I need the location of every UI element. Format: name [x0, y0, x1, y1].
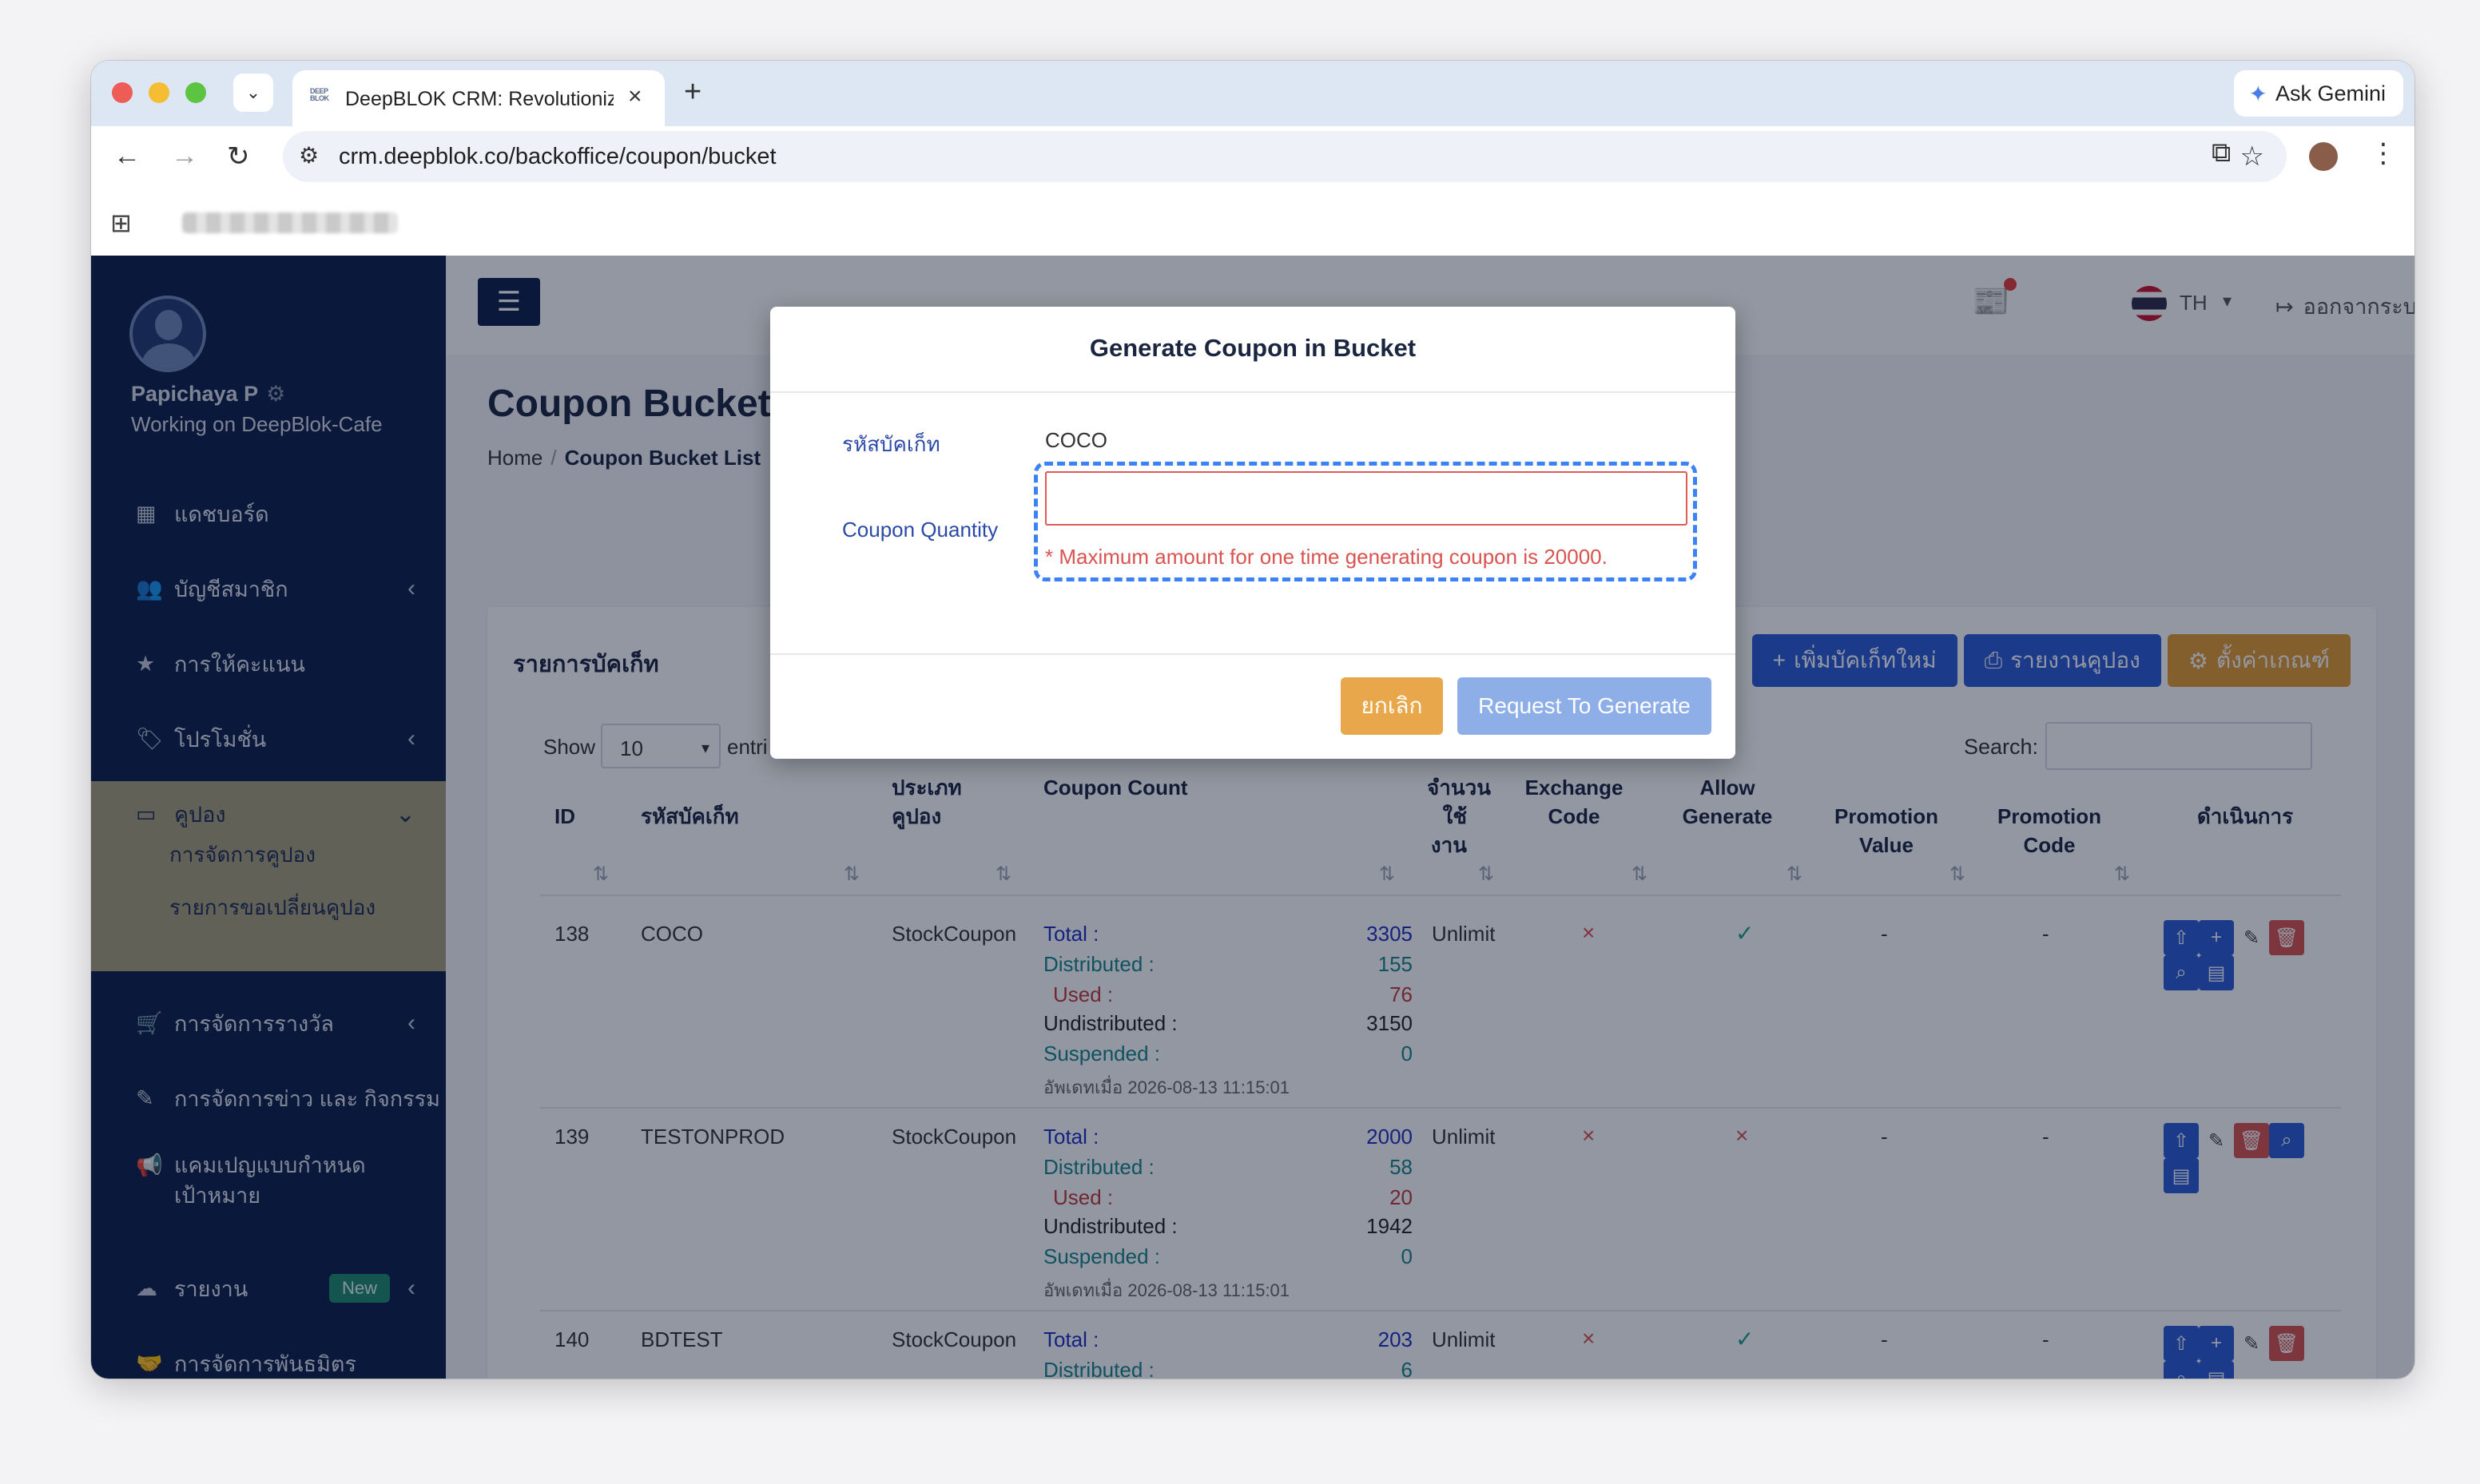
tab-title: DeepBLOK CRM: Revolutioniz: [345, 88, 614, 110]
modal-title: Generate Coupon in Bucket: [1089, 334, 1417, 362]
bucket-code-label: รหัสบัคเก็ท: [842, 432, 940, 456]
tab-list-icon[interactable]: ⌄: [233, 73, 273, 112]
generate-coupon-modal: Generate Coupon in Bucket รหัสบัคเก็ท CO…: [770, 307, 1735, 759]
web-page: Papichaya P ⚙ Working on DeepBlok-Cafe กา…: [91, 256, 2414, 1379]
coupon-quantity-label: Coupon Quantity: [842, 518, 999, 542]
back-icon[interactable]: ←: [113, 141, 141, 172]
url-text[interactable]: crm.deepblok.co/backoffice/coupon/bucket: [339, 144, 777, 170]
coupon-quantity-input[interactable]: [1045, 471, 1687, 526]
close-icon[interactable]: ×: [628, 83, 642, 110]
close-window-button[interactable]: [112, 82, 133, 103]
quantity-error-message: * Maximum amount for one time generating…: [1045, 545, 1608, 569]
browser-toolbar: ← → ↻ ⚙ crm.deepblok.co/backoffice/coupo…: [91, 126, 2414, 188]
site-settings-icon[interactable]: ⚙: [299, 142, 319, 169]
modal-header-divider: [770, 391, 1735, 393]
cancel-button[interactable]: ยกเลิก: [1341, 677, 1443, 735]
browser-tab[interactable]: DEEP BLOK DeepBLOK CRM: Revolutioniz ×: [292, 70, 665, 126]
reload-icon[interactable]: ↻: [227, 141, 250, 173]
bookmark-star-icon[interactable]: ☆: [2240, 141, 2264, 173]
plus-icon[interactable]: +: [684, 75, 701, 109]
kebab-menu-icon[interactable]: ⋮: [2370, 137, 2397, 169]
blurred-bookmark[interactable]: [182, 212, 398, 233]
maximize-window-button[interactable]: [185, 82, 206, 103]
favicon-icon: DEEP BLOK: [310, 87, 329, 102]
minimize-window-button[interactable]: [149, 82, 169, 103]
forward-icon[interactable]: →: [171, 141, 198, 172]
ask-gemini-button[interactable]: ✦ Ask Gemini: [2234, 70, 2403, 117]
apps-grid-icon[interactable]: ⊞: [110, 208, 132, 238]
gemini-icon: ✦: [2248, 81, 2267, 106]
bookmarks-bar: ⊞: [91, 188, 2414, 256]
address-bar[interactable]: ⚙ crm.deepblok.co/backoffice/coupon/buck…: [283, 131, 2287, 182]
request-to-generate-button[interactable]: Request To Generate: [1457, 677, 1711, 735]
tab-bar: ⌄ DEEP BLOK DeepBLOK CRM: Revolutioniz ×…: [91, 61, 2414, 126]
modal-footer-divider: [770, 653, 1735, 655]
ask-gemini-label: Ask Gemini: [2275, 81, 2386, 105]
browser-window: ⌄ DEEP BLOK DeepBLOK CRM: Revolutioniz ×…: [91, 61, 2414, 1379]
bucket-code-value: COCO: [1045, 428, 1107, 452]
extensions-icon[interactable]: ⧉: [2212, 137, 2231, 169]
profile-avatar[interactable]: [2309, 142, 2338, 171]
